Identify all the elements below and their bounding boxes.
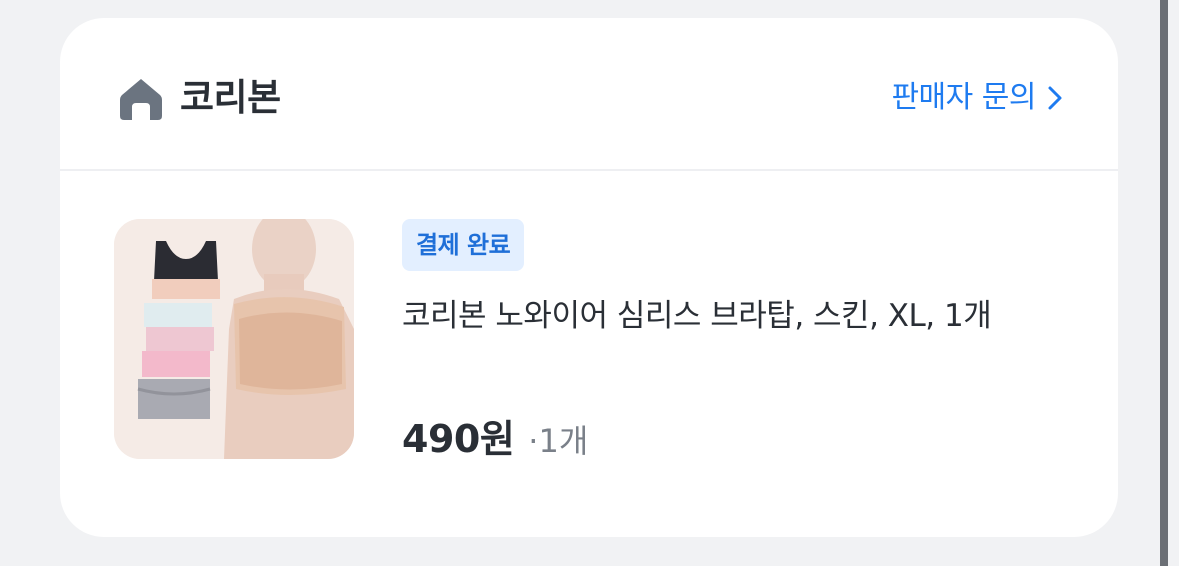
product-price: 490원 [402, 417, 515, 461]
order-item-row[interactable]: 결제 완료 코리본 노와이어 심리스 브라탑, 스킨, XL, 1개 490원 … [60, 171, 1118, 537]
scrollbar[interactable] [1160, 0, 1179, 566]
seller-inquiry-label[interactable]: 판매자 문의 [891, 76, 1036, 120]
product-title[interactable]: 코리본 노와이어 심리스 브라탑, 스킨, XL, 1개 [402, 289, 1072, 343]
scrollbar-track[interactable] [1160, 0, 1168, 566]
price-line: 490원 ·1개 [402, 411, 588, 469]
seller-name[interactable]: 코리본 [180, 73, 281, 123]
product-quantity: ·1개 [528, 422, 589, 460]
product-image [114, 219, 354, 459]
product-thumbnail[interactable] [114, 219, 354, 459]
seller-inquiry-link[interactable]: 판매자 문의 [891, 76, 1066, 120]
order-card: 코리본 판매자 문의 결제 완료 코리본 노와이어 심리스 브라탑, 스킨, X… [60, 18, 1118, 537]
status-badge: 결제 완료 [402, 219, 525, 271]
chevron-right-icon[interactable] [1044, 85, 1066, 111]
home-icon [120, 79, 162, 120]
seller-header: 코리본 판매자 문의 [60, 18, 1118, 171]
